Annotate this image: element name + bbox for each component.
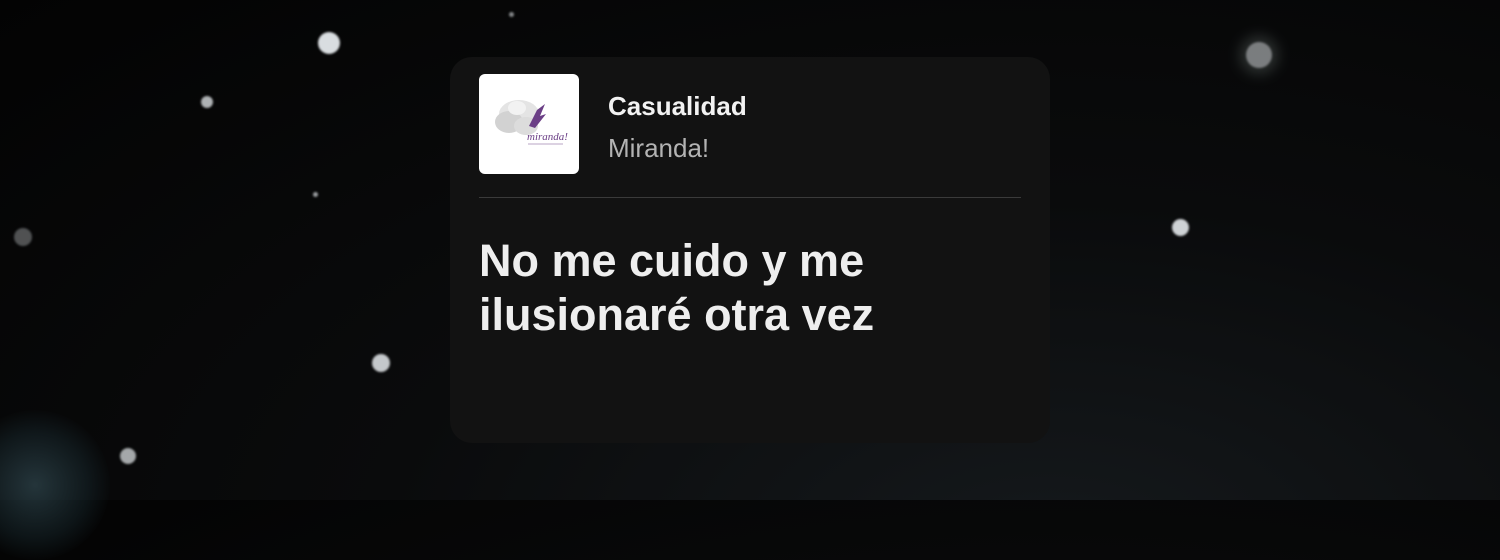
star: [509, 12, 514, 17]
artist-name: Miranda!: [608, 133, 710, 163]
album-art: miranda!: [479, 74, 579, 174]
lyric-card[interactable]: miranda! Casualidad Miranda! No me cuido…: [450, 57, 1050, 443]
star: [14, 228, 32, 246]
divider: [479, 197, 1021, 198]
star: [1246, 42, 1272, 68]
star: [313, 192, 318, 197]
lyric-text: No me cuido y me ilusionaré otra vez: [479, 235, 875, 340]
svg-text:miranda!: miranda!: [527, 131, 568, 143]
miranda-logo-icon: miranda!: [495, 100, 568, 145]
star: [120, 448, 136, 464]
star: [201, 96, 213, 108]
bokeh-glow: [0, 410, 110, 560]
track-title: Casualidad: [608, 91, 747, 121]
star: [372, 354, 390, 372]
star: [1172, 219, 1189, 236]
star: [318, 32, 340, 54]
